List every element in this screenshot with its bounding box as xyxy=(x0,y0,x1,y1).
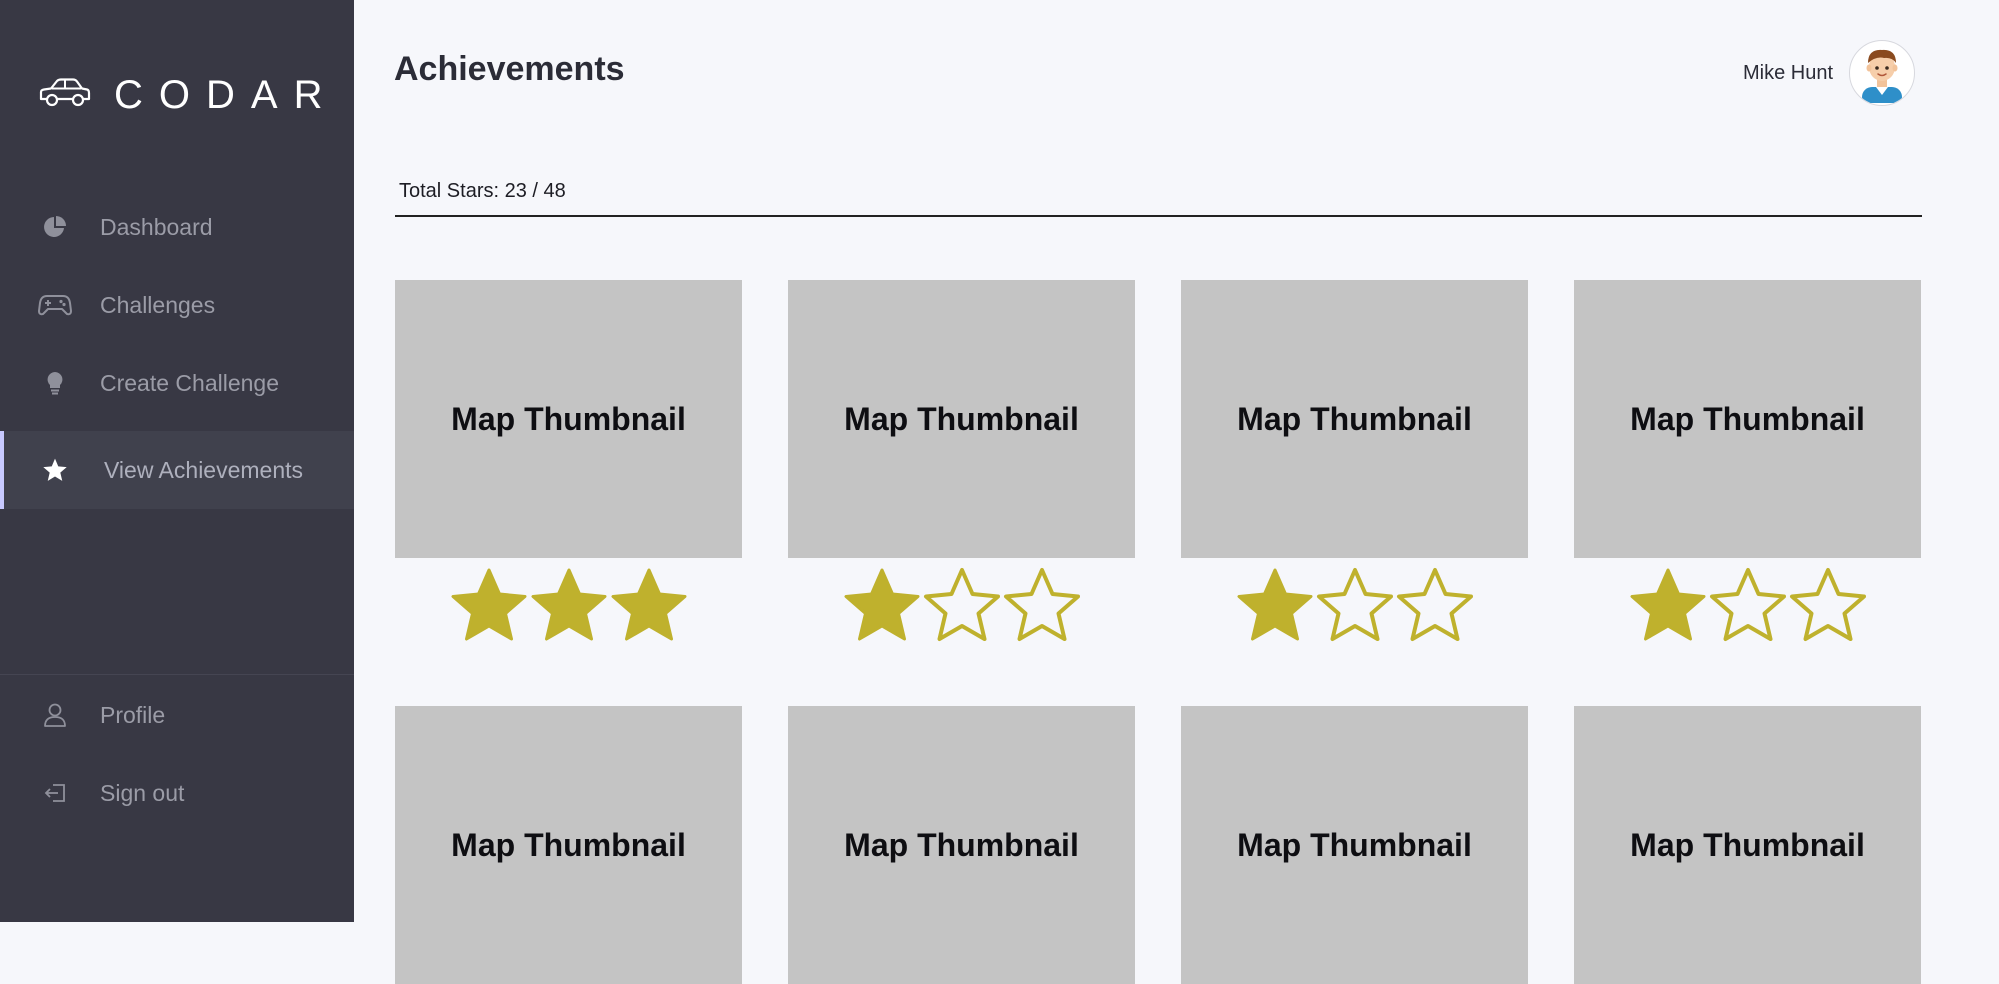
sidebar-item-label: Profile xyxy=(100,701,166,728)
map-thumbnail[interactable]: Map Thumbnail xyxy=(1574,280,1921,558)
achievement-card[interactable]: Map Thumbnail xyxy=(788,280,1135,648)
star-filled-icon xyxy=(1237,568,1312,641)
user-menu[interactable]: Mike Hunt xyxy=(1743,40,1915,106)
star-rating xyxy=(1574,564,1921,648)
star-filled-icon xyxy=(531,568,606,641)
sidebar-item-label: Sign out xyxy=(100,779,185,806)
map-thumbnail-label: Map Thumbnail xyxy=(844,826,1079,863)
map-thumbnail[interactable]: Map Thumbnail xyxy=(1181,706,1528,984)
main-content: Achievements Mike Hunt Total Stars: 23 /… xyxy=(354,0,1999,984)
map-thumbnail[interactable]: Map Thumbnail xyxy=(788,280,1135,558)
map-thumbnail[interactable]: Map Thumbnail xyxy=(395,280,742,558)
star-outline-icon xyxy=(1789,568,1866,641)
star-filled-icon xyxy=(611,568,686,641)
star-filled-icon xyxy=(451,568,526,641)
achievement-card[interactable]: Map Thumbnail xyxy=(1574,706,1921,984)
sidebar-item-label: Create Challenge xyxy=(100,369,280,396)
star-filled-icon xyxy=(844,568,919,641)
star-rating xyxy=(788,564,1135,648)
pie-chart-icon xyxy=(38,212,72,242)
achievement-card[interactable]: Map Thumbnail xyxy=(1181,706,1528,984)
star-outline-icon xyxy=(1396,568,1473,641)
star-outline-icon xyxy=(1316,568,1393,641)
brand-name: CODAR xyxy=(114,72,339,117)
map-thumbnail[interactable]: Map Thumbnail xyxy=(1574,706,1921,984)
map-thumbnail-label: Map Thumbnail xyxy=(451,400,686,437)
sidebar-item-challenges[interactable]: Challenges xyxy=(0,266,354,344)
achievement-card[interactable]: Map Thumbnail xyxy=(1181,280,1528,648)
sidebar-item-profile[interactable]: Profile xyxy=(0,676,354,754)
star-filled-icon xyxy=(1630,568,1705,641)
achievement-card[interactable]: Map Thumbnail xyxy=(1574,280,1921,648)
sidebar-item-sign-out[interactable]: Sign out xyxy=(0,754,354,832)
lightbulb-icon xyxy=(38,368,72,398)
page-title: Achievements xyxy=(394,50,625,88)
sidebar: CODAR Dashboard Challenges Create Challe… xyxy=(0,0,354,922)
star-rating xyxy=(395,564,742,648)
avatar[interactable] xyxy=(1849,40,1915,106)
sidebar-item-label: Challenges xyxy=(100,291,216,318)
map-thumbnail[interactable]: Map Thumbnail xyxy=(395,706,742,984)
sidebar-item-label: View Achievements xyxy=(104,456,304,483)
star-outline-icon xyxy=(923,568,1000,641)
car-icon xyxy=(38,77,92,114)
sidebar-item-label: Dashboard xyxy=(100,213,213,240)
achievement-card[interactable]: Map Thumbnail xyxy=(788,706,1135,984)
star-rating xyxy=(1181,564,1528,648)
achievement-card[interactable]: Map Thumbnail xyxy=(395,706,742,984)
sidebar-item-create-challenge[interactable]: Create Challenge xyxy=(0,344,354,422)
map-thumbnail-label: Map Thumbnail xyxy=(1630,400,1865,437)
map-thumbnail-label: Map Thumbnail xyxy=(451,826,686,863)
total-stars: Total Stars: 23 / 48 xyxy=(399,180,566,202)
star-icon xyxy=(38,455,72,485)
map-thumbnail-label: Map Thumbnail xyxy=(1630,826,1865,863)
map-thumbnail-label: Map Thumbnail xyxy=(1237,826,1472,863)
sidebar-item-view-achievements[interactable]: View Achievements xyxy=(0,431,354,509)
map-thumbnail[interactable]: Map Thumbnail xyxy=(1181,280,1528,558)
map-thumbnail-label: Map Thumbnail xyxy=(844,400,1079,437)
map-thumbnail[interactable]: Map Thumbnail xyxy=(788,706,1135,984)
user-name: Mike Hunt xyxy=(1742,61,1833,84)
map-thumbnail-label: Map Thumbnail xyxy=(1237,400,1472,437)
user-icon xyxy=(38,700,72,730)
sign-out-icon xyxy=(38,778,72,808)
achievement-card[interactable]: Map Thumbnail xyxy=(395,280,742,648)
total-stars-divider xyxy=(395,215,1922,217)
brand-logo[interactable]: CODAR xyxy=(38,72,338,118)
sidebar-item-dashboard[interactable]: Dashboard xyxy=(0,188,354,266)
star-outline-icon xyxy=(1003,568,1080,641)
sidebar-divider xyxy=(0,674,354,675)
gamepad-icon xyxy=(38,290,72,320)
star-outline-icon xyxy=(1709,568,1786,641)
